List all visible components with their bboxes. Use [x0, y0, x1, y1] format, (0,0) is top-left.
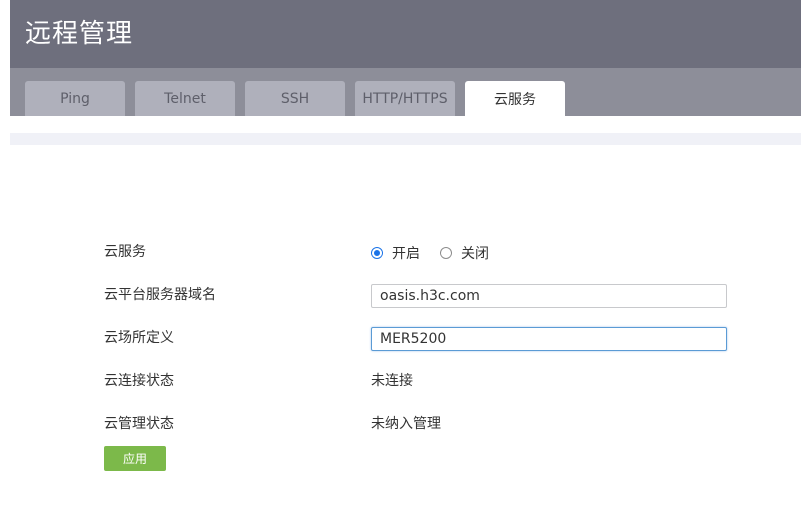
domain-input[interactable] — [371, 284, 727, 308]
tab-cloud-service[interactable]: 云服务 — [465, 81, 565, 116]
left-gutter — [0, 0, 10, 520]
page-header: 远程管理 — [10, 0, 801, 68]
domain-label: 云平台服务器域名 — [104, 287, 216, 303]
apply-button[interactable]: 应用 — [104, 446, 166, 471]
disable-radio[interactable] — [440, 247, 452, 259]
cloud-service-label: 云服务 — [104, 244, 146, 260]
site-input[interactable] — [371, 327, 727, 351]
connect-status-value: 未连接 — [371, 373, 413, 389]
tab-content-strip — [10, 116, 801, 133]
tab-http-https[interactable]: HTTP/HTTPS — [355, 81, 455, 116]
cloud-service-radio-group: 开启 关闭 — [371, 243, 509, 263]
site-label: 云场所定义 — [104, 330, 174, 346]
enable-radio-label[interactable]: 开启 — [392, 243, 420, 263]
manage-status-label: 云管理状态 — [104, 416, 174, 432]
tab-ping[interactable]: Ping — [25, 81, 125, 116]
enable-radio[interactable] — [371, 247, 383, 259]
connect-status-label: 云连接状态 — [104, 373, 174, 389]
tab-bar: Ping Telnet SSH HTTP/HTTPS 云服务 — [10, 68, 801, 116]
page-title: 远程管理 — [25, 19, 134, 49]
manage-status-value: 未纳入管理 — [371, 416, 441, 432]
tab-telnet[interactable]: Telnet — [135, 81, 235, 116]
disable-radio-label[interactable]: 关闭 — [461, 243, 489, 263]
tab-ssh[interactable]: SSH — [245, 81, 345, 116]
